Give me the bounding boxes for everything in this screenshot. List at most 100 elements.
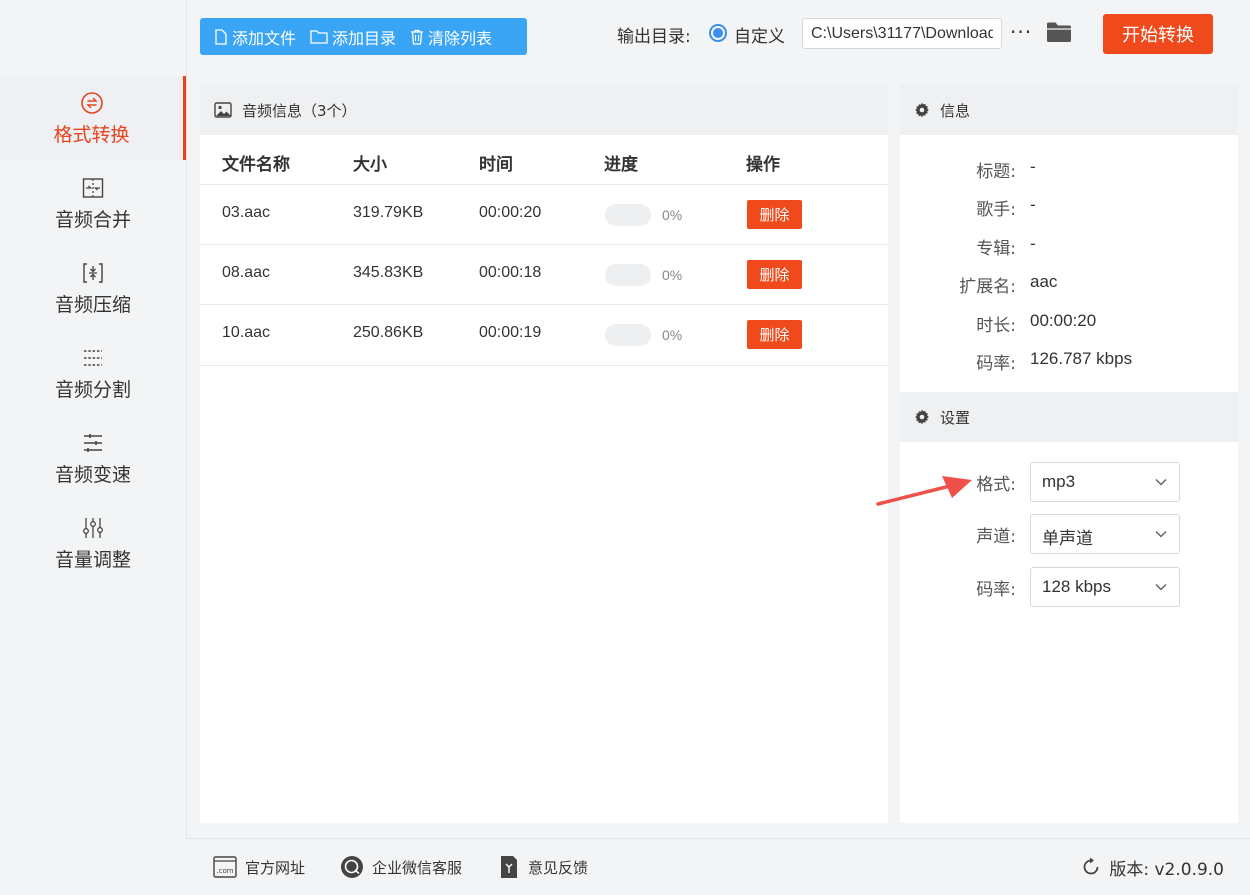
- website-icon: .com: [213, 856, 237, 878]
- split-icon: [80, 345, 106, 371]
- sidebar-item-format-convert[interactable]: 格式转换: [0, 76, 186, 160]
- convert-icon: [79, 90, 105, 116]
- file-duration: 00:00:18: [479, 264, 542, 281]
- info-row-extension: 扩展名: aac: [900, 272, 1238, 302]
- info-title: 信息: [940, 101, 971, 120]
- compress-icon: [80, 260, 106, 286]
- file-size: 319.79KB: [353, 204, 424, 221]
- file-name: 03.aac: [222, 204, 271, 221]
- audio-list-panel: 音频信息（3个） 文件名称 大小 时间 进度 操作 03.aac 319.79K…: [200, 85, 888, 823]
- custom-dir-radio[interactable]: [709, 24, 727, 42]
- clear-list-button[interactable]: 清除列表: [410, 25, 492, 49]
- sidebar-item-label: 音频压缩: [54, 293, 131, 316]
- official-website-link[interactable]: .com 官方网址: [213, 839, 305, 895]
- settings-title: 设置: [940, 408, 971, 427]
- info-key: 码率:: [976, 354, 1016, 374]
- sidebar: 格式转换 音频合并 音频压缩 音频分割 音频变速 音量调整: [0, 0, 187, 894]
- progress-bar: [605, 324, 651, 346]
- browse-more-button[interactable]: ···: [1010, 20, 1032, 44]
- add-file-label: 添加文件: [232, 28, 297, 48]
- info-row-duration: 时长: 00:00:20: [900, 311, 1238, 341]
- info-row-title: 标题: -: [900, 157, 1238, 187]
- column-header-time: 时间: [479, 155, 513, 175]
- channel-label: 声道:: [976, 527, 1016, 547]
- sidebar-item-audio-speed[interactable]: 音频变速: [0, 416, 186, 500]
- sidebar-item-volume-adjust[interactable]: 音量调整: [0, 501, 186, 585]
- output-directory-label: 输出目录:: [617, 27, 691, 47]
- info-key: 歌手:: [976, 200, 1016, 220]
- add-directory-label: 添加目录: [332, 28, 397, 48]
- table-row[interactable]: 08.aac 345.83KB 00:00:18 0% 删除: [200, 244, 888, 305]
- progress-bar: [605, 204, 651, 226]
- chat-icon: [341, 856, 363, 878]
- official-website-label: 官方网址: [245, 858, 306, 877]
- add-file-button[interactable]: 添加文件: [214, 25, 296, 49]
- info-value: -: [1030, 195, 1036, 214]
- channel-setting: 声道: 单声道: [900, 514, 1238, 554]
- sidebar-item-audio-split[interactable]: 音频分割: [0, 331, 186, 415]
- table-row[interactable]: 10.aac 250.86KB 00:00:19 0% 删除: [200, 304, 888, 366]
- trash-icon: [411, 29, 424, 45]
- feedback-link[interactable]: 意见反馈: [498, 839, 588, 895]
- feedback-label: 意见反馈: [528, 858, 589, 877]
- sidebar-item-label: 音量调整: [54, 548, 131, 571]
- output-path-input[interactable]: [802, 18, 1002, 49]
- file-toolbar: 添加文件 添加目录 清除列表: [200, 18, 527, 55]
- bitrate-label: 码率:: [976, 580, 1016, 600]
- progress-percent: 0%: [662, 327, 683, 343]
- version-label: 版本: v2.0.9.0: [1109, 859, 1224, 880]
- info-value: -: [1030, 234, 1036, 253]
- column-header-size: 大小: [353, 155, 387, 175]
- format-label: 格式:: [976, 475, 1016, 495]
- info-row-artist: 歌手: -: [900, 195, 1238, 225]
- column-header-action: 操作: [746, 155, 780, 175]
- progress-bar: [605, 264, 651, 286]
- version-info: 版本: v2.0.9.0: [1081, 839, 1224, 895]
- open-folder-icon[interactable]: [1046, 21, 1072, 47]
- info-settings-panel: 信息 标题: - 歌手: - 专辑: - 扩展名: aac 时长: 00:00:…: [900, 85, 1238, 823]
- sidebar-item-audio-compress[interactable]: 音频压缩: [0, 246, 186, 330]
- info-value: -: [1030, 157, 1036, 176]
- delete-button[interactable]: 删除: [747, 320, 802, 349]
- annotation-arrow-icon: [876, 476, 972, 506]
- file-name: 10.aac: [222, 324, 271, 341]
- bitrate-select-value: 128 kbps: [1042, 577, 1111, 596]
- info-key: 扩展名:: [959, 277, 1016, 297]
- volume-sliders-icon: [80, 515, 106, 541]
- svg-text:.com: .com: [216, 867, 233, 875]
- wechat-service-link[interactable]: 企业微信客服: [340, 839, 462, 895]
- info-row-bitrate: 码率: 126.787 kbps: [900, 349, 1238, 379]
- start-convert-button[interactable]: 开始转换: [1103, 14, 1213, 54]
- chevron-down-icon: [1155, 530, 1167, 538]
- wechat-service-label: 企业微信客服: [372, 858, 463, 877]
- chevron-down-icon: [1155, 478, 1167, 486]
- channel-select-value: 单声道: [1042, 529, 1093, 548]
- info-row-album: 专辑: -: [900, 234, 1238, 264]
- info-key: 标题:: [976, 162, 1016, 182]
- format-select-value: mp3: [1042, 472, 1076, 491]
- table-row[interactable]: 03.aac 319.79KB 00:00:20 0% 删除: [200, 184, 888, 245]
- info-value: aac: [1030, 272, 1058, 291]
- info-value: 00:00:20: [1030, 311, 1097, 330]
- delete-button[interactable]: 删除: [747, 200, 802, 229]
- sidebar-item-audio-merge[interactable]: 音频合并: [0, 161, 186, 245]
- refresh-icon: [1083, 857, 1099, 875]
- info-header: 信息: [900, 85, 1238, 135]
- format-select[interactable]: mp3: [1030, 462, 1180, 502]
- footer-bar: .com 官方网址 企业微信客服 意见反馈 版本: v2.0.9.0: [186, 838, 1250, 895]
- custom-dir-radio-label[interactable]: 自定义: [734, 22, 785, 47]
- image-icon: [214, 102, 232, 118]
- bitrate-setting: 码率: 128 kbps: [900, 567, 1238, 607]
- add-directory-button[interactable]: 添加目录: [310, 25, 396, 49]
- sidebar-item-label: 音频合并: [54, 208, 131, 231]
- file-size: 250.86KB: [353, 324, 424, 341]
- bitrate-select[interactable]: 128 kbps: [1030, 567, 1180, 607]
- settings-header: 设置: [900, 392, 1238, 442]
- folder-outline-icon: [310, 30, 328, 44]
- speed-icon: [80, 430, 106, 456]
- channel-select[interactable]: 单声道: [1030, 514, 1180, 554]
- file-icon: [215, 28, 227, 45]
- delete-button[interactable]: 删除: [747, 260, 802, 289]
- info-value: 126.787 kbps: [1030, 349, 1133, 368]
- audio-list-header: 音频信息（3个）: [200, 85, 888, 135]
